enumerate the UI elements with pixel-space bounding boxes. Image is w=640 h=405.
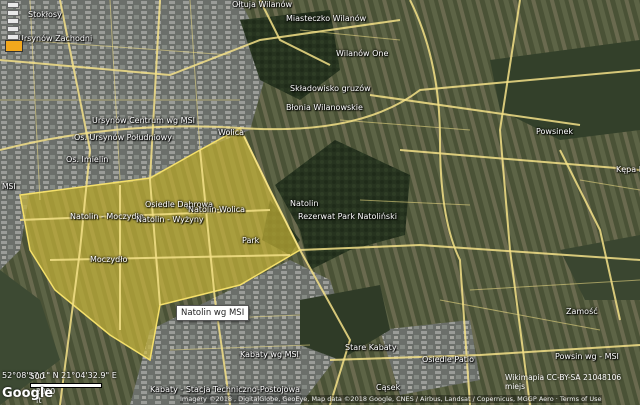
label-rezerwat[interactable]: Rezerwat Park Natoliński	[298, 212, 397, 221]
coordinates-readout: 52°08'57.1" N 21°04'32.9" E	[2, 371, 117, 380]
district-popup[interactable]: Natolin wg MSI	[176, 305, 250, 321]
label-imielin[interactable]: Os. Imielin	[66, 155, 108, 164]
label-stokiosy[interactable]: Stokłosy	[28, 10, 62, 19]
label-skladowisko[interactable]: Składowisko gruzów	[290, 84, 371, 93]
label-oltuja[interactable]: Ołtuja Wilanów	[232, 0, 292, 9]
label-natolin-wolica[interactable]: Natolin-Wolica	[188, 205, 245, 214]
label-msi-west[interactable]: MSI	[2, 182, 15, 191]
label-stare-kabaty[interactable]: Stare Kabaty	[345, 343, 397, 352]
label-osiedle-patio[interactable]: Osiedle Patio	[422, 355, 474, 364]
label-zamosc[interactable]: Zamość	[566, 307, 598, 316]
label-wilanow-one[interactable]: Wilanów One	[336, 49, 388, 58]
label-wolica[interactable]: Wolica	[218, 128, 244, 137]
label-miasteczko[interactable]: Miasteczko Wilanów	[286, 14, 366, 23]
label-powsinek[interactable]: Powsinek	[536, 127, 573, 136]
satellite-layer	[0, 0, 640, 405]
label-natolin[interactable]: Natolin	[290, 199, 318, 208]
label-ursynow-zachodni[interactable]: Ursynów Zachodni	[18, 34, 92, 43]
google-logo: Google	[2, 386, 54, 401]
zoom-handle[interactable]	[5, 40, 23, 52]
label-ursynow-poludniowy[interactable]: Os. Ursynów Południowy	[74, 133, 172, 142]
label-kepa[interactable]: Kępa L	[616, 165, 640, 174]
label-kabaty-stacja[interactable]: Kabaty - Stacja Techniczno-Postojowa	[150, 385, 300, 394]
label-natolin-moczydlo[interactable]: Natolin - Moczydło	[70, 212, 144, 221]
label-natolin-wyzyny[interactable]: Natolin - Wyżyny	[136, 215, 204, 224]
label-casek[interactable]: Cąsek	[376, 383, 400, 392]
label-park[interactable]: Park	[242, 236, 259, 245]
imagery-copyright[interactable]: Imagery ©2018 , DigitalGlobe, GeoEye, Ma…	[180, 395, 602, 403]
map-view[interactable]: Stokłosy Ursynów Zachodni Ursynów Centru…	[0, 0, 640, 405]
label-blonia[interactable]: Błonia Wilanowskie	[286, 103, 363, 112]
label-moczydlo[interactable]: Moczydło	[90, 255, 127, 264]
label-kabaty-msi[interactable]: Kabaty wg MSI	[240, 350, 299, 359]
attribution-text[interactable]: Wikimapia CC-BY-SA	[505, 373, 581, 382]
label-ursynow-centrum[interactable]: Ursynów Centrum wg MSI	[92, 116, 195, 125]
zoom-slider-icon[interactable]	[7, 2, 19, 40]
attribution[interactable]: Wikimapia CC-BY-SA 21048106 miejs	[505, 373, 640, 391]
label-powsin[interactable]: Powsin wg - MSI	[555, 352, 619, 361]
